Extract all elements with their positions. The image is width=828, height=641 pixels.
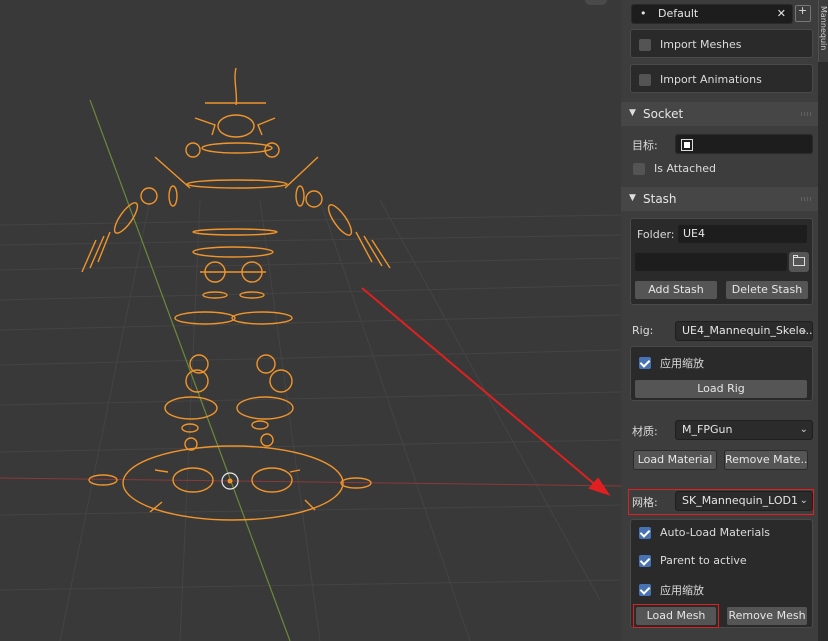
import-meshes-box: Import Meshes — [630, 29, 813, 58]
path-field[interactable] — [634, 252, 788, 272]
import-meshes-label: Import Meshes — [660, 38, 742, 51]
add-stash-button[interactable]: Add Stash — [634, 280, 718, 300]
tab-mr-mannequin[interactable]: Mr Mannequin — [818, 0, 828, 62]
folder-label: Folder: — [637, 228, 675, 241]
stash-panel-header[interactable]: ▼ Stash — [621, 187, 818, 211]
chevron-down-icon: ⌄ — [799, 424, 808, 435]
mesh-value: SK_Mannequin_LOD1 — [682, 494, 798, 507]
rig-options-box: 应用缩放 Load Rig — [630, 346, 813, 401]
chevron-down-icon: ⌄ — [799, 495, 808, 506]
drag-grip-icon[interactable] — [800, 197, 812, 201]
mesh-options-box: Auto-Load Materials Parent to active 应用缩… — [630, 519, 813, 628]
import-animations-toggle[interactable]: Import Animations — [639, 73, 762, 86]
parent-to-active-label: Parent to active — [660, 554, 747, 567]
load-rig-button[interactable]: Load Rig — [634, 379, 808, 399]
stash-title: Stash — [643, 192, 677, 206]
material-dropdown[interactable]: M_FPGun ⌄ — [675, 420, 813, 440]
auto-load-materials-label: Auto-Load Materials — [660, 526, 771, 539]
import-meshes-checkbox[interactable] — [639, 38, 651, 51]
mesh-label: 网格: — [632, 496, 658, 509]
folder-browse-icon[interactable] — [789, 252, 809, 272]
remove-material-button[interactable]: Remove Mate... — [724, 450, 808, 470]
load-mesh-button[interactable]: Load Mesh — [635, 606, 717, 626]
viewport-gizmo-edge[interactable] — [585, 0, 607, 5]
sidebar-tab-strip: Mr Mannequin — [818, 0, 828, 641]
annotation-arrows — [361, 287, 611, 496]
auto-load-materials-toggle[interactable]: Auto-Load Materials — [639, 526, 770, 539]
sidebar-panel: • Default ✕ + Import Meshes Import Anima… — [621, 0, 818, 641]
mesh-apply-scale-toggle[interactable]: 应用缩放 — [639, 582, 704, 598]
is-attached-toggle[interactable]: Is Attached — [633, 162, 716, 175]
clear-icon[interactable]: ✕ — [777, 5, 786, 23]
socket-title: Socket — [643, 107, 684, 121]
object-picker-icon — [681, 139, 693, 151]
drag-grip-icon[interactable] — [800, 112, 812, 116]
socket-panel-header[interactable]: ▼ Socket — [621, 102, 818, 126]
collapse-arrow-icon: ▼ — [629, 108, 636, 118]
rig-apply-scale-checkbox[interactable] — [639, 357, 651, 369]
import-meshes-toggle[interactable]: Import Meshes — [639, 38, 741, 51]
rig-dropdown[interactable]: UE4_Mannequin_Skele... ⌄ — [675, 321, 813, 341]
tab-mr-mannequin-label: Mr Mannequin — [819, 6, 828, 51]
folder-field[interactable]: UE4 — [677, 224, 808, 244]
preset-value: Default — [658, 7, 699, 20]
material-value: M_FPGun — [682, 423, 733, 436]
auto-load-materials-checkbox[interactable] — [639, 526, 651, 539]
is-attached-checkbox[interactable] — [633, 162, 645, 175]
load-material-button[interactable]: Load Material — [633, 450, 717, 470]
mesh-apply-scale-checkbox[interactable] — [639, 584, 651, 596]
rig-label: Rig: — [632, 324, 654, 337]
target-field[interactable] — [675, 134, 813, 154]
viewport-canvas — [0, 67, 621, 641]
origin-dot — [227, 478, 233, 484]
parent-to-active-toggle[interactable]: Parent to active — [639, 554, 747, 567]
remove-mesh-button[interactable]: Remove Mesh — [726, 606, 808, 626]
material-label: 材质: — [632, 425, 658, 438]
rig-apply-scale-label: 应用缩放 — [660, 357, 704, 370]
mesh-apply-scale-label: 应用缩放 — [660, 584, 704, 597]
preset-selector[interactable]: • Default ✕ — [631, 4, 793, 24]
rig-value: UE4_Mannequin_Skele... — [682, 324, 813, 337]
x-axis-line — [0, 477, 621, 487]
is-attached-label: Is Attached — [654, 162, 716, 175]
parent-to-active-checkbox[interactable] — [639, 554, 651, 567]
import-animations-label: Import Animations — [660, 73, 762, 86]
delete-stash-button[interactable]: Delete Stash — [725, 280, 809, 300]
import-animations-checkbox[interactable] — [639, 73, 651, 86]
collapse-arrow-icon: ▼ — [629, 193, 636, 203]
add-preset-icon[interactable]: + — [795, 4, 811, 22]
stash-box: Folder: UE4 Add Stash Delete Stash — [630, 218, 813, 305]
target-label: 目标: — [632, 139, 658, 152]
import-animations-box: Import Animations — [630, 64, 813, 93]
floor-grid — [0, 199, 621, 641]
chevron-down-icon: ⌄ — [799, 325, 808, 336]
mesh-dropdown[interactable]: SK_Mannequin_LOD1 ⌄ — [675, 491, 813, 511]
preset-bullet: • — [640, 7, 647, 20]
rig-apply-scale-toggle[interactable]: 应用缩放 — [639, 355, 704, 371]
3d-viewport[interactable] — [0, 0, 621, 641]
